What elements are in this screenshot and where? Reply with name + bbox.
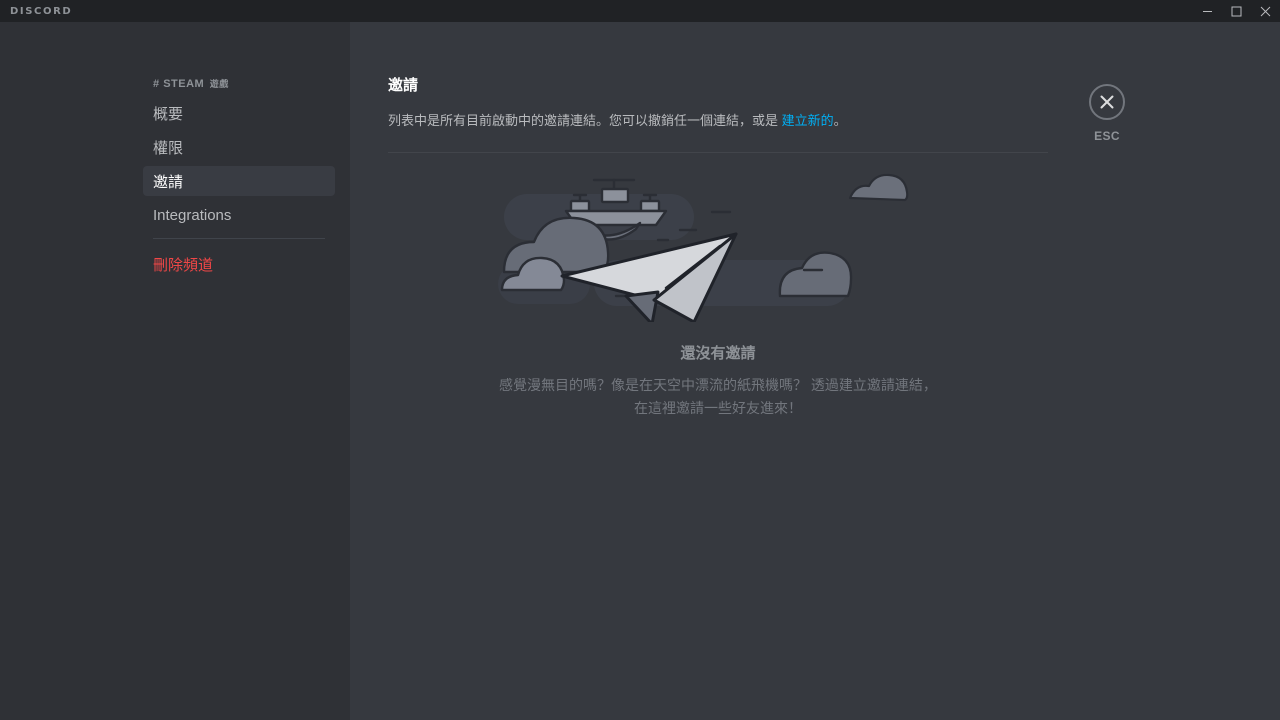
minimize-button[interactable] — [1193, 0, 1222, 22]
page-title: 邀請 — [388, 77, 419, 94]
content-divider — [388, 152, 1048, 153]
sidebar-item-delete-channel[interactable]: 刪除頻道 — [143, 249, 335, 279]
empty-state-body: 感覺漫無目的嗎？像是在天空中漂流的紙飛機嗎？ 透過建立邀請連結，在這裡邀請一些好… — [499, 377, 937, 416]
discord-wordmark-logo: DISCORD — [10, 5, 73, 17]
sidebar-header-name: STEAM — [163, 78, 205, 90]
sidebar-header: # STEAM 遊戲 — [143, 76, 335, 98]
app-body: # STEAM 遊戲 概要 權限 邀請 Integrations 刪除頻道 邀請… — [0, 22, 1280, 720]
sidebar-item-label: 刪除頻道 — [153, 256, 214, 274]
title-bar: DISCORD — [0, 0, 1280, 22]
channel-settings-nav: # STEAM 遊戲 概要 權限 邀請 Integrations 刪除頻道 — [143, 76, 335, 283]
settings-content-pane: 邀請 列表中是所有目前啟動中的邀請連結。您可以撤銷任一個連結，或是 建立新的。 … — [350, 22, 1280, 720]
close-icon — [1100, 95, 1114, 109]
create-new-invite-link[interactable]: 建立新的 — [782, 113, 834, 128]
sidebar-item-label: 概要 — [153, 105, 184, 123]
window-controls — [1193, 0, 1280, 22]
close-settings-control: ESC — [1087, 84, 1127, 143]
minimize-icon — [1203, 10, 1212, 12]
esc-label: ESC — [1094, 129, 1120, 143]
sidebar-item-label: 權限 — [153, 139, 184, 157]
close-button[interactable] — [1251, 0, 1280, 22]
settings-sidebar-pane: # STEAM 遊戲 概要 權限 邀請 Integrations 刪除頻道 — [0, 22, 350, 720]
maximize-icon — [1231, 6, 1242, 16]
sidebar-item-invites[interactable]: 邀請 — [143, 166, 335, 196]
sidebar-header-sub: 遊戲 — [209, 79, 229, 89]
sidebar-divider — [153, 238, 325, 239]
maximize-button[interactable] — [1222, 0, 1251, 22]
sidebar-item-overview[interactable]: 概要 — [143, 98, 335, 128]
invites-section: 邀請 列表中是所有目前啟動中的邀請連結。您可以撤銷任一個連結，或是 建立新的。 — [388, 76, 1048, 153]
sidebar-item-integrations[interactable]: Integrations — [143, 200, 335, 230]
empty-state-no-invites: 還沒有邀請 感覺漫無目的嗎？像是在天空中漂流的紙飛機嗎？ 透過建立邀請連結，在這… — [388, 172, 1048, 420]
page-description-suffix: 。 — [833, 113, 847, 128]
sidebar-item-permissions[interactable]: 權限 — [143, 132, 335, 162]
hash-icon: # — [153, 78, 160, 90]
page-description: 列表中是所有目前啟動中的邀請連結。您可以撤銷任一個連結，或是 建立新的。 — [388, 112, 1048, 130]
sidebar-item-label: Integrations — [153, 206, 232, 224]
sidebar-item-label: 邀請 — [153, 173, 184, 191]
page-description-text: 列表中是所有目前啟動中的邀請連結。您可以撤銷任一個連結，或是 — [388, 113, 782, 128]
close-settings-button[interactable] — [1089, 84, 1125, 120]
paper-plane-in-clouds-illustration — [498, 173, 909, 322]
empty-state-title: 還沒有邀請 — [680, 345, 756, 362]
close-icon — [1260, 6, 1271, 16]
